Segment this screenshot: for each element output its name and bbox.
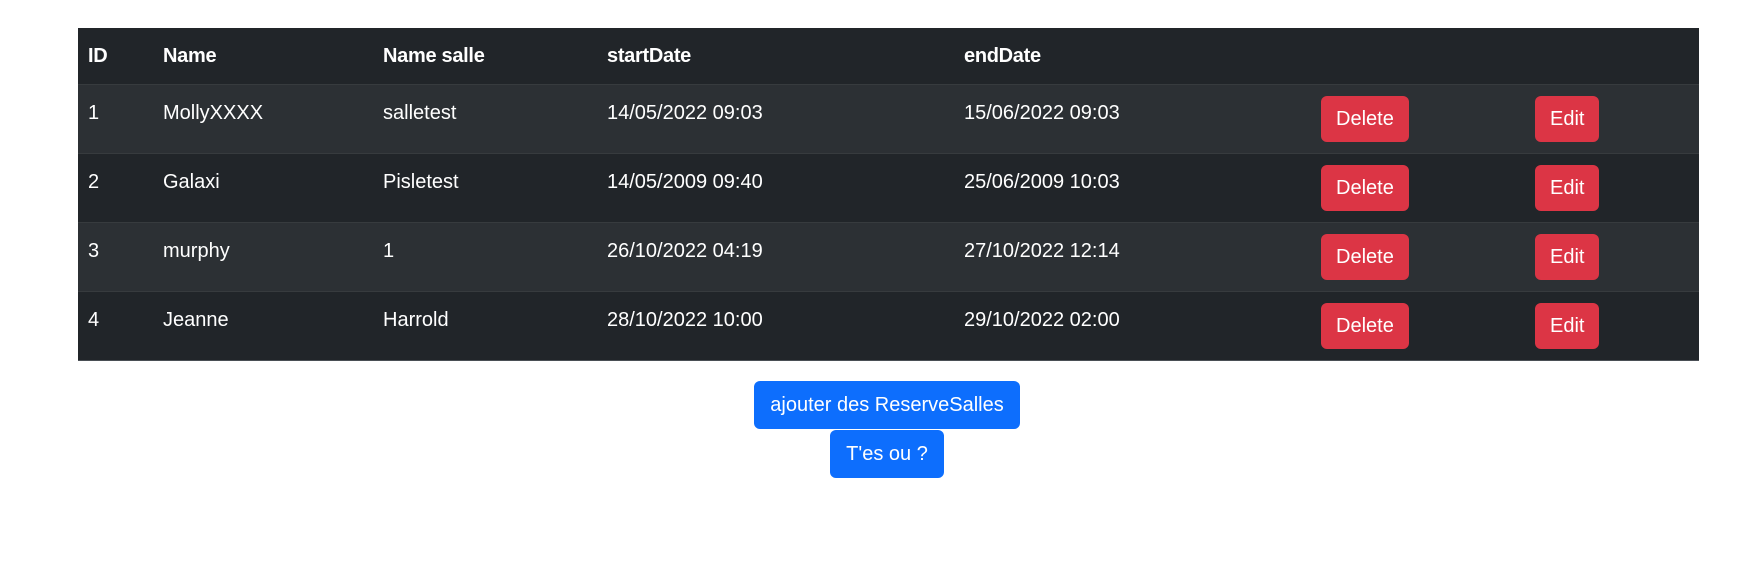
cell-id: 2: [78, 154, 153, 223]
row-id: 4: [88, 309, 100, 331]
row-id: 2: [88, 171, 100, 193]
reservations-table: ID Name Name salle startDate endDate 1 M…: [78, 28, 1699, 361]
edit-button[interactable]: Edit: [1535, 303, 1600, 349]
cell-salle: salletest: [373, 85, 597, 154]
cell-delete: Delete: [1311, 223, 1525, 292]
edit-button[interactable]: Edit: [1535, 234, 1600, 280]
table-row: 4 Jeanne Harrold 28/10/2022 10:00 29/10/…: [78, 292, 1699, 361]
cell-end: 27/10/2022 12:14: [954, 223, 1311, 292]
row-start-date: 14/05/2022 09:03: [607, 102, 763, 124]
cell-delete: Delete: [1311, 85, 1525, 154]
row-start-date: 26/10/2022 04:19: [607, 240, 763, 262]
cell-salle: Harrold: [373, 292, 597, 361]
row-end-date: 15/06/2022 09:03: [964, 102, 1120, 124]
header-name: Name: [163, 44, 217, 67]
header-name-salle: Name salle: [383, 44, 485, 67]
row-end-date: 25/06/2009 10:03: [964, 171, 1120, 193]
header-start-date: startDate: [607, 44, 691, 67]
cell-start: 26/10/2022 04:19: [597, 223, 954, 292]
row-start-date: 14/05/2009 09:40: [607, 171, 763, 193]
row-salle: 1: [383, 240, 395, 262]
cell-delete: Delete: [1311, 292, 1525, 361]
delete-button[interactable]: Delete: [1321, 303, 1409, 349]
cell-edit: Edit: [1525, 154, 1699, 223]
delete-button[interactable]: Delete: [1321, 96, 1409, 142]
cell-salle: 1: [373, 223, 597, 292]
cell-delete: Delete: [1311, 154, 1525, 223]
header-delete: [1311, 28, 1525, 85]
cell-start: 14/05/2022 09:03: [597, 85, 954, 154]
cell-id: 3: [78, 223, 153, 292]
header-id: ID: [88, 44, 108, 67]
cell-name: MollyXXXX: [153, 85, 373, 154]
table-row: 2 Galaxi Pisletest 14/05/2009 09:40 25/0…: [78, 154, 1699, 223]
table-header: ID Name Name salle startDate endDate: [78, 28, 1699, 85]
row-start-date: 28/10/2022 10:00: [607, 309, 763, 331]
row-id: 3: [88, 240, 100, 262]
row-name: murphy: [163, 240, 230, 262]
delete-button[interactable]: Delete: [1321, 165, 1409, 211]
where-are-you-button[interactable]: T'es ou ?: [830, 430, 944, 478]
header-end-date: endDate: [964, 44, 1041, 67]
reservations-table-container: ID Name Name salle startDate endDate 1 M…: [78, 28, 1699, 361]
row-name: Galaxi: [163, 171, 220, 193]
edit-button[interactable]: Edit: [1535, 96, 1600, 142]
cell-start: 14/05/2009 09:40: [597, 154, 954, 223]
cell-id: 4: [78, 292, 153, 361]
table-body: 1 MollyXXXX salletest 14/05/2022 09:03 1…: [78, 84, 1699, 361]
cell-edit: Edit: [1525, 85, 1699, 154]
cell-id: 1: [78, 85, 153, 154]
table-row: 1 MollyXXXX salletest 14/05/2022 09:03 1…: [78, 84, 1699, 154]
cell-start: 28/10/2022 10:00: [597, 292, 954, 361]
row-salle: Harrold: [383, 309, 449, 331]
cell-name: Jeanne: [153, 292, 373, 361]
row-end-date: 29/10/2022 02:00: [964, 309, 1120, 331]
row-name: MollyXXXX: [163, 102, 264, 124]
cell-end: 29/10/2022 02:00: [954, 292, 1311, 361]
add-reservesalles-button[interactable]: ajouter des ReserveSalles: [754, 381, 1020, 429]
cell-salle: Pisletest: [373, 154, 597, 223]
table-header-row: ID Name Name salle startDate endDate: [78, 28, 1699, 85]
page: ID Name Name salle startDate endDate 1 M…: [0, 0, 1752, 564]
row-end-date: 27/10/2022 12:14: [964, 240, 1120, 262]
header-edit: [1525, 28, 1699, 85]
cell-name: murphy: [153, 223, 373, 292]
cell-end: 25/06/2009 10:03: [954, 154, 1311, 223]
row-salle: salletest: [383, 102, 457, 124]
action-buttons: ajouter des ReserveSalles T'es ou ?: [0, 381, 1752, 478]
cell-name: Galaxi: [153, 154, 373, 223]
cell-end: 15/06/2022 09:03: [954, 85, 1311, 154]
cell-edit: Edit: [1525, 223, 1699, 292]
delete-button[interactable]: Delete: [1321, 234, 1409, 280]
row-name: Jeanne: [163, 309, 229, 331]
edit-button[interactable]: Edit: [1535, 165, 1600, 211]
row-id: 1: [88, 102, 100, 124]
table-row: 3 murphy 1 26/10/2022 04:19 27/10/2022 1…: [78, 222, 1699, 292]
row-salle: Pisletest: [383, 171, 459, 193]
cell-edit: Edit: [1525, 292, 1699, 361]
